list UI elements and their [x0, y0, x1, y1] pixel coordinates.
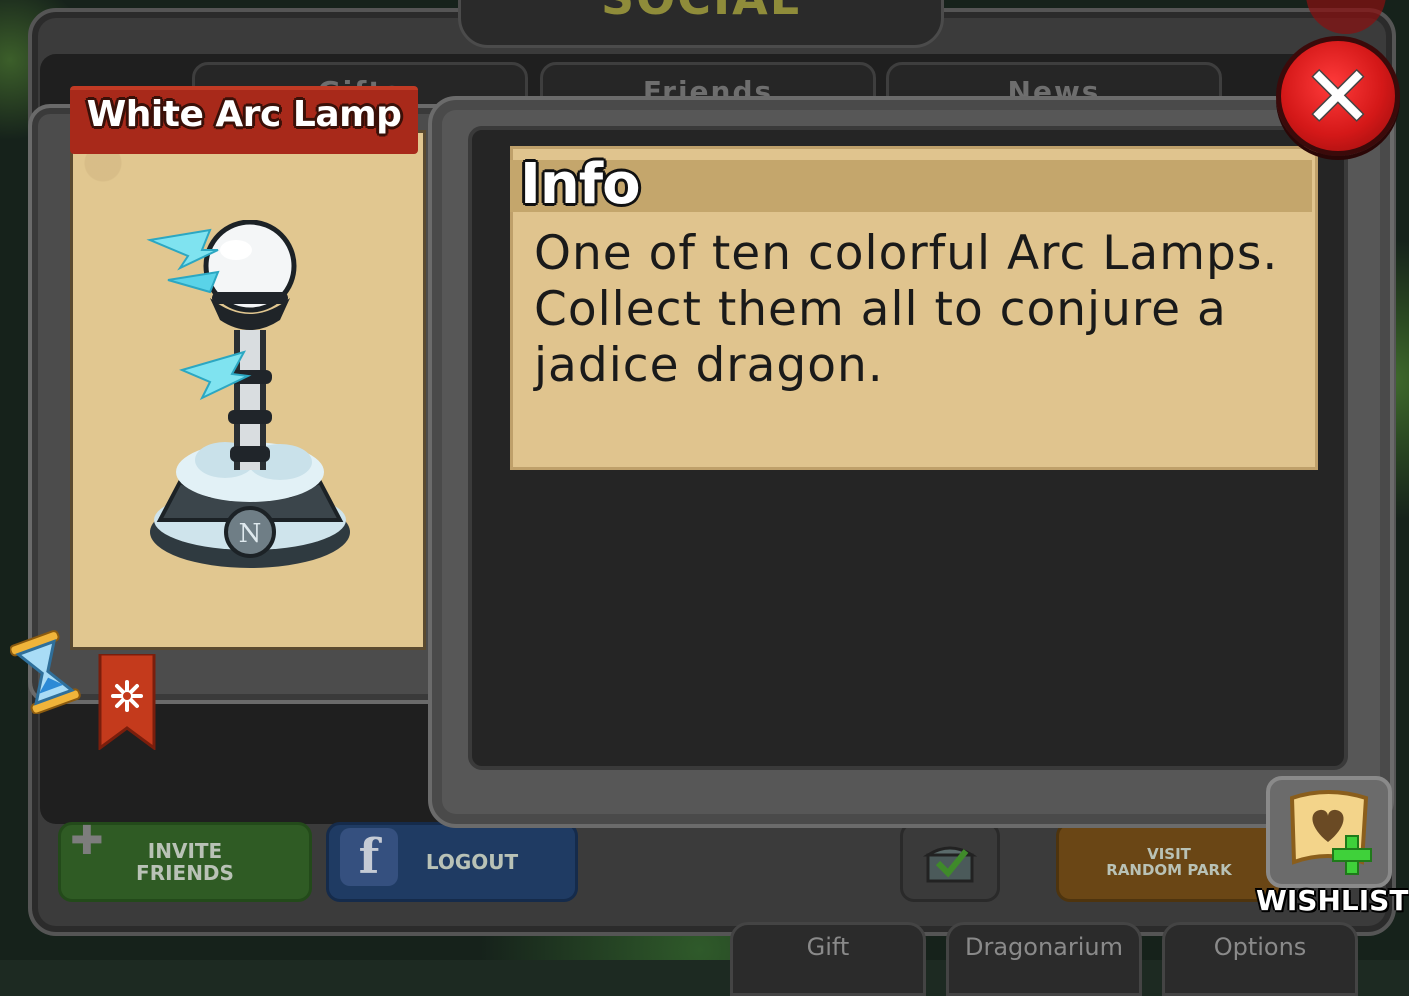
chest-check-icon	[922, 846, 978, 883]
visit-random-park-button: VISIT RANDOM PARK	[1056, 822, 1282, 902]
close-icon: ✕	[1302, 48, 1374, 146]
bottom-tab-options: Options	[1162, 922, 1358, 996]
ribbon-bookmark-icon	[98, 654, 156, 750]
facebook-icon: f	[340, 828, 398, 886]
item-title: White Arc Lamp	[86, 94, 402, 135]
white-arc-lamp-icon: N	[146, 220, 350, 568]
info-heading: Info	[520, 152, 641, 217]
social-title: SOCIAL	[461, 0, 941, 25]
wishlist-scroll-icon	[1289, 790, 1372, 875]
bottom-tab-dragonarium: Dragonarium	[946, 922, 1142, 996]
bottom-tab-gift: Gift	[730, 922, 926, 996]
item-description: One of ten colorful Arc Lamps. Collect t…	[534, 226, 1279, 393]
social-title-plate: SOCIAL	[458, 0, 944, 48]
plus-icon: ✚	[70, 818, 104, 864]
hourglass-icon	[10, 630, 81, 714]
close-button[interactable]: ✕	[1276, 36, 1400, 156]
svg-text:N: N	[239, 519, 262, 549]
wishlist-label: WISHLIST	[1256, 884, 1409, 917]
chest-check-button	[900, 822, 1000, 902]
wishlist-button[interactable]	[1266, 776, 1392, 888]
